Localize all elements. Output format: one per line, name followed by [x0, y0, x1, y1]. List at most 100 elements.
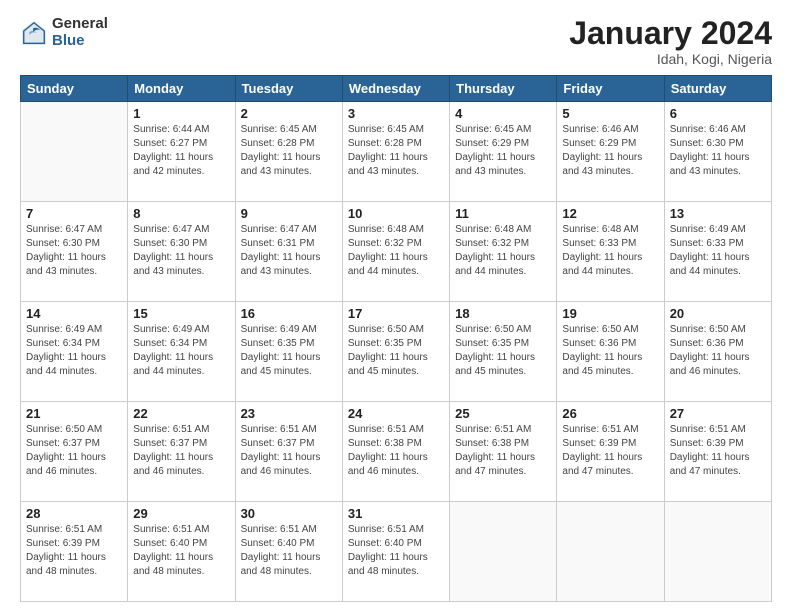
day-info: Sunrise: 6:51 AMSunset: 6:39 PMDaylight:… [670, 423, 766, 479]
calendar-cell: 14 Sunrise: 6:49 AMSunset: 6:34 PMDaylig… [21, 302, 128, 402]
day-info: Sunrise: 6:50 AMSunset: 6:37 PMDaylight:… [26, 423, 122, 479]
day-info: Sunrise: 6:51 AMSunset: 6:38 PMDaylight:… [455, 423, 551, 479]
day-number: 10 [348, 206, 444, 221]
day-info: Sunrise: 6:51 AMSunset: 6:37 PMDaylight:… [241, 423, 337, 479]
day-info: Sunrise: 6:51 AMSunset: 6:40 PMDaylight:… [241, 523, 337, 579]
day-number: 6 [670, 106, 766, 121]
day-info: Sunrise: 6:50 AMSunset: 6:36 PMDaylight:… [670, 323, 766, 379]
col-tuesday: Tuesday [235, 76, 342, 102]
logo-icon [20, 19, 48, 47]
day-number: 20 [670, 306, 766, 321]
calendar-cell: 8 Sunrise: 6:47 AMSunset: 6:30 PMDayligh… [128, 202, 235, 302]
day-number: 30 [241, 506, 337, 521]
col-saturday: Saturday [664, 76, 771, 102]
col-friday: Friday [557, 76, 664, 102]
logo-text: General Blue [52, 16, 108, 49]
day-info: Sunrise: 6:51 AMSunset: 6:38 PMDaylight:… [348, 423, 444, 479]
day-number: 7 [26, 206, 122, 221]
day-number: 9 [241, 206, 337, 221]
day-number: 19 [562, 306, 658, 321]
calendar-cell: 1 Sunrise: 6:44 AMSunset: 6:27 PMDayligh… [128, 102, 235, 202]
day-number: 2 [241, 106, 337, 121]
day-info: Sunrise: 6:49 AMSunset: 6:35 PMDaylight:… [241, 323, 337, 379]
calendar-cell: 13 Sunrise: 6:49 AMSunset: 6:33 PMDaylig… [664, 202, 771, 302]
calendar-cell: 23 Sunrise: 6:51 AMSunset: 6:37 PMDaylig… [235, 402, 342, 502]
day-number: 3 [348, 106, 444, 121]
header-row: Sunday Monday Tuesday Wednesday Thursday… [21, 76, 772, 102]
day-info: Sunrise: 6:44 AMSunset: 6:27 PMDaylight:… [133, 123, 229, 179]
calendar-week-3: 14 Sunrise: 6:49 AMSunset: 6:34 PMDaylig… [21, 302, 772, 402]
header: General Blue January 2024 Idah, Kogi, Ni… [20, 16, 772, 67]
day-number: 18 [455, 306, 551, 321]
day-number: 1 [133, 106, 229, 121]
calendar-cell: 10 Sunrise: 6:48 AMSunset: 6:32 PMDaylig… [342, 202, 449, 302]
day-number: 5 [562, 106, 658, 121]
day-number: 11 [455, 206, 551, 221]
day-number: 31 [348, 506, 444, 521]
calendar-cell: 11 Sunrise: 6:48 AMSunset: 6:32 PMDaylig… [450, 202, 557, 302]
logo-general-text: General [52, 16, 108, 33]
day-info: Sunrise: 6:47 AMSunset: 6:30 PMDaylight:… [133, 223, 229, 279]
day-info: Sunrise: 6:48 AMSunset: 6:32 PMDaylight:… [455, 223, 551, 279]
col-thursday: Thursday [450, 76, 557, 102]
day-number: 15 [133, 306, 229, 321]
logo-blue-text: Blue [52, 33, 108, 50]
calendar-cell [21, 102, 128, 202]
month-title: January 2024 [569, 16, 772, 51]
day-info: Sunrise: 6:51 AMSunset: 6:39 PMDaylight:… [26, 523, 122, 579]
day-info: Sunrise: 6:47 AMSunset: 6:30 PMDaylight:… [26, 223, 122, 279]
day-info: Sunrise: 6:46 AMSunset: 6:30 PMDaylight:… [670, 123, 766, 179]
calendar-cell: 20 Sunrise: 6:50 AMSunset: 6:36 PMDaylig… [664, 302, 771, 402]
day-number: 22 [133, 406, 229, 421]
title-area: January 2024 Idah, Kogi, Nigeria [569, 16, 772, 67]
col-sunday: Sunday [21, 76, 128, 102]
day-number: 8 [133, 206, 229, 221]
day-number: 27 [670, 406, 766, 421]
calendar-week-1: 1 Sunrise: 6:44 AMSunset: 6:27 PMDayligh… [21, 102, 772, 202]
day-info: Sunrise: 6:45 AMSunset: 6:28 PMDaylight:… [241, 123, 337, 179]
calendar-cell [450, 502, 557, 602]
day-info: Sunrise: 6:51 AMSunset: 6:40 PMDaylight:… [348, 523, 444, 579]
day-info: Sunrise: 6:50 AMSunset: 6:35 PMDaylight:… [455, 323, 551, 379]
day-info: Sunrise: 6:47 AMSunset: 6:31 PMDaylight:… [241, 223, 337, 279]
day-info: Sunrise: 6:49 AMSunset: 6:34 PMDaylight:… [133, 323, 229, 379]
day-number: 24 [348, 406, 444, 421]
calendar-cell: 29 Sunrise: 6:51 AMSunset: 6:40 PMDaylig… [128, 502, 235, 602]
day-info: Sunrise: 6:51 AMSunset: 6:37 PMDaylight:… [133, 423, 229, 479]
day-number: 17 [348, 306, 444, 321]
calendar-cell: 30 Sunrise: 6:51 AMSunset: 6:40 PMDaylig… [235, 502, 342, 602]
calendar-cell: 6 Sunrise: 6:46 AMSunset: 6:30 PMDayligh… [664, 102, 771, 202]
calendar-cell: 4 Sunrise: 6:45 AMSunset: 6:29 PMDayligh… [450, 102, 557, 202]
day-number: 14 [26, 306, 122, 321]
calendar-week-4: 21 Sunrise: 6:50 AMSunset: 6:37 PMDaylig… [21, 402, 772, 502]
day-info: Sunrise: 6:48 AMSunset: 6:33 PMDaylight:… [562, 223, 658, 279]
logo: General Blue [20, 16, 108, 49]
day-info: Sunrise: 6:45 AMSunset: 6:28 PMDaylight:… [348, 123, 444, 179]
calendar-cell: 28 Sunrise: 6:51 AMSunset: 6:39 PMDaylig… [21, 502, 128, 602]
calendar-cell: 26 Sunrise: 6:51 AMSunset: 6:39 PMDaylig… [557, 402, 664, 502]
calendar-cell: 15 Sunrise: 6:49 AMSunset: 6:34 PMDaylig… [128, 302, 235, 402]
day-number: 29 [133, 506, 229, 521]
day-number: 12 [562, 206, 658, 221]
calendar-week-5: 28 Sunrise: 6:51 AMSunset: 6:39 PMDaylig… [21, 502, 772, 602]
day-info: Sunrise: 6:45 AMSunset: 6:29 PMDaylight:… [455, 123, 551, 179]
calendar-week-2: 7 Sunrise: 6:47 AMSunset: 6:30 PMDayligh… [21, 202, 772, 302]
calendar-cell: 24 Sunrise: 6:51 AMSunset: 6:38 PMDaylig… [342, 402, 449, 502]
day-number: 28 [26, 506, 122, 521]
col-wednesday: Wednesday [342, 76, 449, 102]
calendar-cell: 21 Sunrise: 6:50 AMSunset: 6:37 PMDaylig… [21, 402, 128, 502]
day-info: Sunrise: 6:49 AMSunset: 6:34 PMDaylight:… [26, 323, 122, 379]
day-number: 23 [241, 406, 337, 421]
calendar-cell: 7 Sunrise: 6:47 AMSunset: 6:30 PMDayligh… [21, 202, 128, 302]
page: General Blue January 2024 Idah, Kogi, Ni… [0, 0, 792, 612]
calendar-cell: 16 Sunrise: 6:49 AMSunset: 6:35 PMDaylig… [235, 302, 342, 402]
calendar-cell: 17 Sunrise: 6:50 AMSunset: 6:35 PMDaylig… [342, 302, 449, 402]
day-info: Sunrise: 6:51 AMSunset: 6:40 PMDaylight:… [133, 523, 229, 579]
location-subtitle: Idah, Kogi, Nigeria [569, 51, 772, 67]
calendar-cell [664, 502, 771, 602]
calendar-cell: 25 Sunrise: 6:51 AMSunset: 6:38 PMDaylig… [450, 402, 557, 502]
calendar-cell: 18 Sunrise: 6:50 AMSunset: 6:35 PMDaylig… [450, 302, 557, 402]
day-number: 25 [455, 406, 551, 421]
calendar-cell: 22 Sunrise: 6:51 AMSunset: 6:37 PMDaylig… [128, 402, 235, 502]
day-info: Sunrise: 6:48 AMSunset: 6:32 PMDaylight:… [348, 223, 444, 279]
